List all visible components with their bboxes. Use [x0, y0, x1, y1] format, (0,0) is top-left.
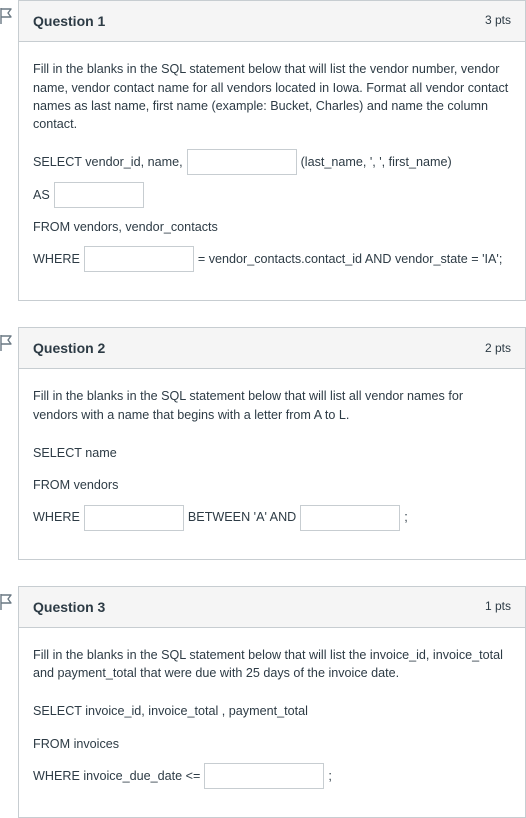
question-instructions: Fill in the blanks in the SQL statement …: [33, 60, 511, 133]
sql-text: SELECT invoice_id, invoice_total , payme…: [33, 696, 308, 726]
question-title: Question 2: [33, 338, 105, 358]
question-1: Question 1 3 pts Fill in the blanks in t…: [18, 0, 526, 301]
question-header: Question 2 2 pts: [18, 327, 526, 369]
question-points: 2 pts: [485, 340, 511, 357]
sql-text: FROM invoices: [33, 729, 119, 759]
sql-text: SELECT name: [33, 438, 117, 468]
question-instructions: Fill in the blanks in the SQL statement …: [33, 646, 511, 683]
sql-block: SELECT vendor_id, name, (last_name, ', '…: [33, 147, 511, 274]
sql-text: BETWEEN 'A' AND: [188, 502, 296, 532]
sql-text: WHERE invoice_due_date <=: [33, 761, 200, 791]
question-header: Question 1 3 pts: [18, 0, 526, 42]
blank-input[interactable]: [54, 182, 144, 208]
question-body: Fill in the blanks in the SQL statement …: [18, 42, 526, 301]
question-body: Fill in the blanks in the SQL statement …: [18, 628, 526, 818]
sql-text: WHERE: [33, 244, 80, 274]
question-points: 3 pts: [485, 12, 511, 29]
sql-block: SELECT invoice_id, invoice_total , payme…: [33, 696, 511, 791]
sql-text: FROM vendors, vendor_contacts: [33, 212, 218, 242]
sql-text: WHERE: [33, 502, 80, 532]
sql-block: SELECT name FROM vendors WHERE BETWEEN '…: [33, 438, 511, 533]
sql-text: AS: [33, 180, 50, 210]
sql-text: (last_name, ', ', first_name): [301, 147, 452, 177]
question-points: 1 pts: [485, 598, 511, 615]
blank-input[interactable]: [84, 505, 184, 531]
question-title: Question 3: [33, 597, 105, 617]
question-body: Fill in the blanks in the SQL statement …: [18, 369, 526, 559]
question-3: Question 3 1 pts Fill in the blanks in t…: [18, 586, 526, 818]
blank-input[interactable]: [204, 763, 324, 789]
question-title: Question 1: [33, 11, 105, 31]
sql-text: ;: [404, 502, 408, 532]
sql-text: FROM vendors: [33, 470, 118, 500]
sql-text: = vendor_contacts.contact_id AND vendor_…: [198, 244, 502, 274]
flag-icon[interactable]: [0, 594, 13, 610]
question-header: Question 3 1 pts: [18, 586, 526, 628]
question-2: Question 2 2 pts Fill in the blanks in t…: [18, 327, 526, 559]
blank-input[interactable]: [84, 246, 194, 272]
sql-text: SELECT vendor_id, name,: [33, 147, 183, 177]
flag-icon[interactable]: [0, 335, 13, 351]
flag-icon[interactable]: [0, 8, 13, 24]
blank-input[interactable]: [300, 505, 400, 531]
sql-text: ;: [328, 761, 332, 791]
blank-input[interactable]: [187, 149, 297, 175]
question-instructions: Fill in the blanks in the SQL statement …: [33, 387, 511, 424]
